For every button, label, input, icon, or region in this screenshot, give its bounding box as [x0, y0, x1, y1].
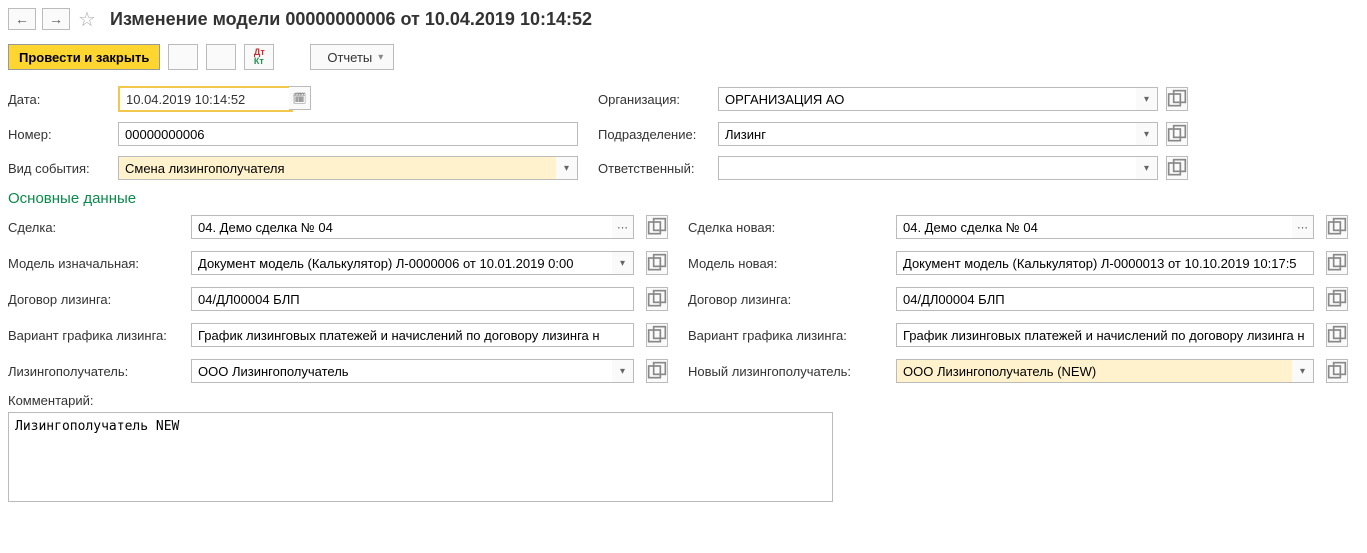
open-link-icon: [1167, 124, 1187, 144]
model-new-open-button[interactable]: [1326, 251, 1348, 275]
open-link-icon: [1327, 361, 1347, 381]
post-button[interactable]: [206, 44, 236, 70]
schedule-new-field[interactable]: [896, 323, 1314, 347]
lessee-field[interactable]: [191, 359, 616, 383]
new-lessee-field[interactable]: [896, 359, 1296, 383]
arrow-right-icon: →: [49, 11, 63, 27]
deal-ellipsis-button[interactable]: [612, 215, 634, 239]
comment-label: Комментарий:: [8, 393, 1359, 408]
model-new-label: Модель новая:: [688, 256, 888, 271]
dept-open-button[interactable]: [1166, 122, 1188, 146]
model-orig-field[interactable]: [191, 251, 616, 275]
calendar-icon: [293, 92, 307, 105]
resp-open-button[interactable]: [1166, 156, 1188, 180]
org-open-button[interactable]: [1166, 87, 1188, 111]
schedule-new-open-button[interactable]: [1326, 323, 1348, 347]
dt-kt-icon: ДтКт: [254, 48, 265, 66]
dept-dropdown-button[interactable]: [1136, 122, 1158, 146]
chevron-down-icon: [620, 365, 625, 377]
date-value: 10.04.2019 10:14:52: [126, 92, 245, 107]
deal-open-button[interactable]: [646, 215, 668, 239]
org-dropdown-button[interactable]: [1136, 87, 1158, 111]
lessee-open-button[interactable]: [646, 359, 668, 383]
ellipsis-icon: [617, 221, 628, 234]
open-link-icon: [1327, 289, 1347, 309]
resp-field[interactable]: [718, 156, 1140, 180]
page-title: Изменение модели 00000000006 от 10.04.20…: [110, 9, 592, 30]
model-new-field[interactable]: [896, 251, 1314, 275]
event-type-dropdown-button[interactable]: [556, 156, 578, 180]
resp-dropdown-button[interactable]: [1136, 156, 1158, 180]
dept-field[interactable]: [718, 122, 1140, 146]
chevron-down-icon: [564, 162, 569, 174]
lease-contract-open-button[interactable]: [646, 287, 668, 311]
new-lessee-label: Новый лизингополучатель:: [688, 364, 888, 379]
open-link-icon: [1327, 253, 1347, 273]
schedule-label: Вариант графика лизинга:: [8, 328, 183, 343]
comment-field[interactable]: [8, 412, 833, 502]
open-link-icon: [647, 217, 667, 237]
nav-forward-button[interactable]: →: [42, 8, 70, 30]
open-link-icon: [1327, 217, 1347, 237]
save-button[interactable]: [168, 44, 198, 70]
schedule-field[interactable]: [191, 323, 634, 347]
lease-contract-field[interactable]: [191, 287, 634, 311]
lease-contract-new-label: Договор лизинга:: [688, 292, 888, 307]
model-orig-open-button[interactable]: [646, 251, 668, 275]
chevron-down-icon: [1144, 162, 1149, 174]
reports-button[interactable]: Отчеты ▾: [310, 44, 394, 70]
open-link-icon: [647, 253, 667, 273]
open-link-icon: [1327, 325, 1347, 345]
model-orig-dropdown-button[interactable]: [612, 251, 634, 275]
ellipsis-icon: [1297, 221, 1308, 234]
model-orig-label: Модель изначальная:: [8, 256, 183, 271]
new-lessee-open-button[interactable]: [1326, 359, 1348, 383]
deal-new-label: Сделка новая:: [688, 220, 888, 235]
date-label: Дата:: [8, 92, 108, 107]
lessee-label: Лизингополучатель:: [8, 364, 183, 379]
chevron-down-icon: [620, 257, 625, 269]
calendar-button[interactable]: [289, 86, 311, 110]
number-label: Номер:: [8, 127, 108, 142]
event-type-label: Вид события:: [8, 161, 108, 176]
new-lessee-dropdown-button[interactable]: [1292, 359, 1314, 383]
chevron-down-icon: ▾: [378, 52, 383, 63]
arrow-left-icon: ←: [15, 11, 29, 27]
open-link-icon: [1167, 89, 1187, 109]
open-link-icon: [647, 325, 667, 345]
deal-new-open-button[interactable]: [1326, 215, 1348, 239]
open-link-icon: [1167, 158, 1187, 178]
dept-label: Подразделение:: [598, 127, 708, 142]
debit-credit-button[interactable]: ДтКт: [244, 44, 274, 70]
event-type-field[interactable]: [118, 156, 560, 180]
nav-back-button[interactable]: ←: [8, 8, 36, 30]
favorite-star-icon[interactable]: ☆: [76, 8, 98, 30]
number-field[interactable]: [118, 122, 578, 146]
schedule-new-label: Вариант графика лизинга:: [688, 328, 888, 343]
section-title: Основные данные: [8, 190, 1359, 207]
open-link-icon: [647, 289, 667, 309]
chevron-down-icon: [1300, 365, 1305, 377]
lease-contract-new-field[interactable]: [896, 287, 1314, 311]
open-link-icon: [647, 361, 667, 381]
lessee-dropdown-button[interactable]: [612, 359, 634, 383]
reports-label: Отчеты: [327, 50, 372, 65]
post-and-close-button[interactable]: Провести и закрыть: [8, 44, 160, 70]
deal-new-ellipsis-button[interactable]: [1292, 215, 1314, 239]
deal-label: Сделка:: [8, 220, 183, 235]
schedule-open-button[interactable]: [646, 323, 668, 347]
deal-field[interactable]: [191, 215, 616, 239]
lease-contract-new-open-button[interactable]: [1326, 287, 1348, 311]
resp-label: Ответственный:: [598, 161, 708, 176]
chevron-down-icon: [1144, 128, 1149, 140]
org-field[interactable]: [718, 87, 1140, 111]
date-field[interactable]: 10.04.2019 10:14:52: [118, 86, 293, 112]
org-label: Организация:: [598, 92, 708, 107]
lease-contract-label: Договор лизинга:: [8, 292, 183, 307]
deal-new-field[interactable]: [896, 215, 1296, 239]
chevron-down-icon: [1144, 93, 1149, 105]
